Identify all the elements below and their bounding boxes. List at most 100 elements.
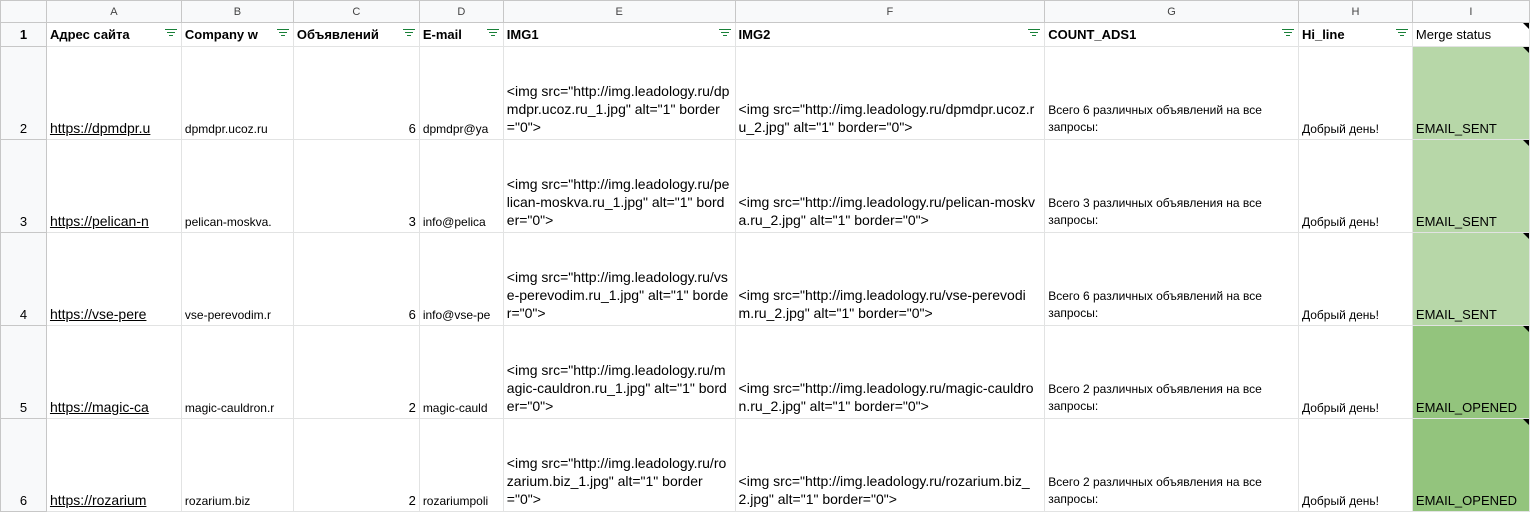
column-header-g[interactable]: G (1044, 0, 1299, 23)
cell-merge-status[interactable]: EMAIL_OPENED (1411, 418, 1530, 512)
header-row: 1 Адрес сайта Company w Объявлений E-mai… (0, 22, 1530, 47)
cell-company[interactable]: magic-cauldron.r (180, 325, 294, 419)
cell-img1[interactable]: <img src="http://img.leadology.ru/vse-pe… (502, 232, 736, 326)
header-label: IMG1 (506, 27, 539, 42)
header-label: IMG2 (738, 27, 771, 42)
filter-icon[interactable] (402, 29, 415, 39)
cell-company[interactable]: dpmdpr.ucoz.ru (180, 46, 294, 140)
select-all-corner[interactable] (0, 0, 47, 23)
table-row: 5 https://magic-ca magic-cauldron.r 2 magic-… (0, 325, 1530, 419)
header-label: Merge status (1415, 27, 1492, 42)
row-number[interactable]: 3 (0, 139, 47, 233)
column-header-h[interactable]: H (1297, 0, 1413, 23)
column-header-e[interactable]: E (502, 0, 736, 23)
cell-merge-status[interactable]: EMAIL_SENT (1411, 46, 1530, 140)
row-number[interactable]: 6 (0, 418, 47, 512)
cell-url[interactable]: https://dpmdpr.u (45, 46, 182, 140)
row-number[interactable]: 4 (0, 232, 47, 326)
cell-img1[interactable]: <img src="http://img.leadology.ru/magic-… (502, 325, 736, 419)
cell-hi-line[interactable]: Добрый день! (1297, 232, 1413, 326)
header-label: Company w (184, 27, 258, 42)
note-marker-icon (1523, 47, 1529, 53)
filter-icon[interactable] (486, 29, 499, 39)
column-header-a[interactable]: A (45, 0, 182, 23)
header-label: Объявлений (296, 27, 379, 42)
cell-url[interactable]: https://vse-pere (45, 232, 182, 326)
cell-count[interactable]: 6 (292, 46, 420, 140)
table-row: 4 https://vse-pere vse-perevodim.r 6 info@vs… (0, 232, 1530, 326)
header-cell-url[interactable]: Адрес сайта (45, 22, 182, 47)
note-marker-icon (1523, 326, 1529, 332)
cell-count-ads[interactable]: Всего 2 различных объявления на все запр… (1044, 325, 1299, 419)
header-cell-img1[interactable]: IMG1 (502, 22, 736, 47)
cell-count[interactable]: 2 (292, 418, 420, 512)
cell-img1[interactable]: <img src="http://img.leadology.ru/dpmdpr… (502, 46, 736, 140)
cell-count-ads[interactable]: Всего 6 различных объявлений на все запр… (1044, 46, 1299, 140)
cell-email[interactable]: info@pelica (418, 139, 504, 233)
column-header-row: A B C D E F G H I (0, 0, 1530, 23)
header-cell-hi-line[interactable]: Hi_line (1297, 22, 1413, 47)
column-header-i[interactable]: I (1411, 0, 1530, 23)
note-marker-icon (1523, 23, 1529, 29)
cell-email[interactable]: magic-cauld (418, 325, 504, 419)
header-cell-merge-status[interactable]: Merge status (1411, 22, 1530, 47)
header-label: Hi_line (1301, 27, 1345, 42)
cell-url[interactable]: https://magic-ca (45, 325, 182, 419)
cell-count-ads[interactable]: Всего 6 различных объявлений на все запр… (1044, 232, 1299, 326)
cell-img1[interactable]: <img src="http://img.leadology.ru/rozari… (502, 418, 736, 512)
header-cell-company[interactable]: Company w (180, 22, 294, 47)
filter-icon[interactable] (1281, 29, 1294, 39)
column-header-d[interactable]: D (418, 0, 504, 23)
table-row: 3 https://pelican-n pelican-moskva. 3 info@p… (0, 139, 1530, 233)
filter-icon[interactable] (1395, 29, 1408, 39)
table-row: 2 https://dpmdpr.u dpmdpr.ucoz.ru 6 dpmdpr@y… (0, 46, 1530, 140)
cell-img2[interactable]: <img src="http://img.leadology.ru/magic-… (734, 325, 1046, 419)
cell-img1[interactable]: <img src="http://img.leadology.ru/pelica… (502, 139, 736, 233)
cell-count[interactable]: 3 (292, 139, 420, 233)
header-label: Адрес сайта (49, 27, 130, 42)
cell-company[interactable]: vse-perevodim.r (180, 232, 294, 326)
column-header-b[interactable]: B (180, 0, 294, 23)
note-marker-icon (1523, 419, 1529, 425)
cell-img2[interactable]: <img src="http://img.leadology.ru/pelica… (734, 139, 1046, 233)
cell-hi-line[interactable]: Добрый день! (1297, 325, 1413, 419)
header-cell-count[interactable]: Объявлений (292, 22, 420, 47)
cell-merge-status[interactable]: EMAIL_SENT (1411, 232, 1530, 326)
header-cell-email[interactable]: E-mail (418, 22, 504, 47)
cell-company[interactable]: rozarium.biz (180, 418, 294, 512)
cell-img2[interactable]: <img src="http://img.leadology.ru/dpmdpr… (734, 46, 1046, 140)
header-label: COUNT_ADS1 (1048, 27, 1137, 42)
row-number[interactable]: 5 (0, 325, 47, 419)
cell-count-ads[interactable]: Всего 2 различных объявления на все запр… (1044, 418, 1299, 512)
cell-company[interactable]: pelican-moskva. (180, 139, 294, 233)
row-number[interactable]: 2 (0, 46, 47, 140)
filter-icon[interactable] (276, 29, 289, 39)
cell-email[interactable]: info@vse-pe (418, 232, 504, 326)
cell-url[interactable]: https://pelican-n (45, 139, 182, 233)
cell-hi-line[interactable]: Добрый день! (1297, 46, 1413, 140)
row-number[interactable]: 1 (0, 22, 47, 47)
cell-url[interactable]: https://rozarium (45, 418, 182, 512)
header-cell-img2[interactable]: IMG2 (734, 22, 1046, 47)
spreadsheet: A B C D E F G H I 1 Адрес сайта Company … (0, 0, 1530, 514)
cell-merge-status[interactable]: EMAIL_SENT (1411, 139, 1530, 233)
cell-img2[interactable]: <img src="http://img.leadology.ru/vse-pe… (734, 232, 1046, 326)
cell-count[interactable]: 2 (292, 325, 420, 419)
note-marker-icon (1523, 233, 1529, 239)
header-cell-count-ads[interactable]: COUNT_ADS1 (1044, 22, 1299, 47)
note-marker-icon (1523, 140, 1529, 146)
cell-img2[interactable]: <img src="http://img.leadology.ru/rozari… (734, 418, 1046, 512)
column-header-f[interactable]: F (734, 0, 1046, 23)
cell-hi-line[interactable]: Добрый день! (1297, 418, 1413, 512)
cell-email[interactable]: rozariumpoli (418, 418, 504, 512)
cell-hi-line[interactable]: Добрый день! (1297, 139, 1413, 233)
filter-icon[interactable] (1028, 29, 1041, 39)
cell-email[interactable]: dpmdpr@ya (418, 46, 504, 140)
filter-icon[interactable] (164, 29, 177, 39)
column-header-c[interactable]: C (292, 0, 420, 23)
table-row: 6 https://rozarium rozarium.biz 2 rozariumpo… (0, 418, 1530, 512)
cell-count-ads[interactable]: Всего 3 различных объявления на все запр… (1044, 139, 1299, 233)
cell-count[interactable]: 6 (292, 232, 420, 326)
cell-merge-status[interactable]: EMAIL_OPENED (1411, 325, 1530, 419)
filter-icon[interactable] (718, 29, 731, 39)
